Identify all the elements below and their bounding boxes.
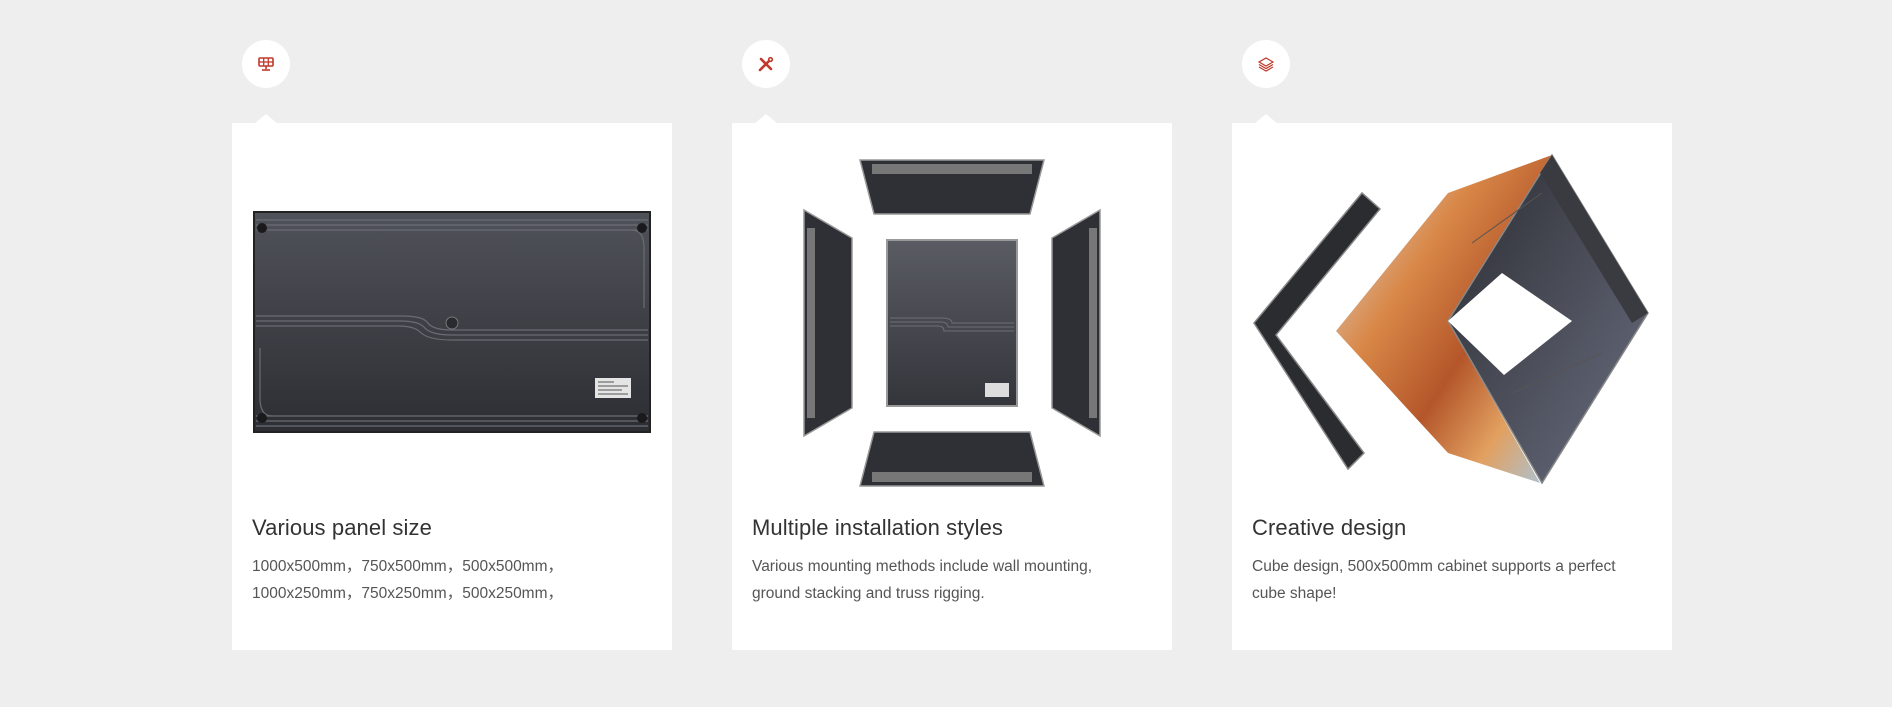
feature-badge [1242, 40, 1290, 88]
installation-image [752, 153, 1152, 493]
panel-image [252, 153, 652, 493]
tools-icon [758, 56, 774, 72]
card-description: Various mounting methods include wall mo… [752, 553, 1152, 607]
description-line: Various mounting methods include wall mo… [752, 558, 1093, 575]
description-line: cube shape! [1252, 585, 1337, 602]
description-line: ground stacking and truss rigging. [752, 585, 985, 602]
feature-badge [242, 40, 290, 88]
description-line: 1000x250mm，750x250mm，500x250mm， [252, 585, 564, 602]
card-title: Various panel size [252, 515, 432, 540]
cube-image [1252, 153, 1652, 493]
description-line: 1000x500mm，750x500mm，500x500mm， [252, 558, 564, 575]
card-title: Multiple installation styles [752, 515, 1004, 540]
card-title: Creative design [1252, 515, 1407, 540]
feature-card: Creative design Cube design, 500x500mm c… [1232, 114, 1672, 650]
solar-panel-icon [258, 57, 274, 71]
description-line: Cube design, 500x500mm cabinet supports … [1252, 558, 1616, 575]
feature-card: Various panel size 1000x500mm，750x500mm，… [232, 114, 672, 650]
card-description: Cube design, 500x500mm cabinet supports … [1252, 553, 1652, 607]
feature-row: Various panel size 1000x500mm，750x500mm，… [0, 0, 1892, 707]
feature-badge [742, 40, 790, 88]
card-description: 1000x500mm，750x500mm，500x500mm， 1000x250… [252, 553, 652, 607]
feature-card: Multiple installation styles Various mou… [732, 114, 1172, 650]
layers-icon [1257, 57, 1275, 72]
